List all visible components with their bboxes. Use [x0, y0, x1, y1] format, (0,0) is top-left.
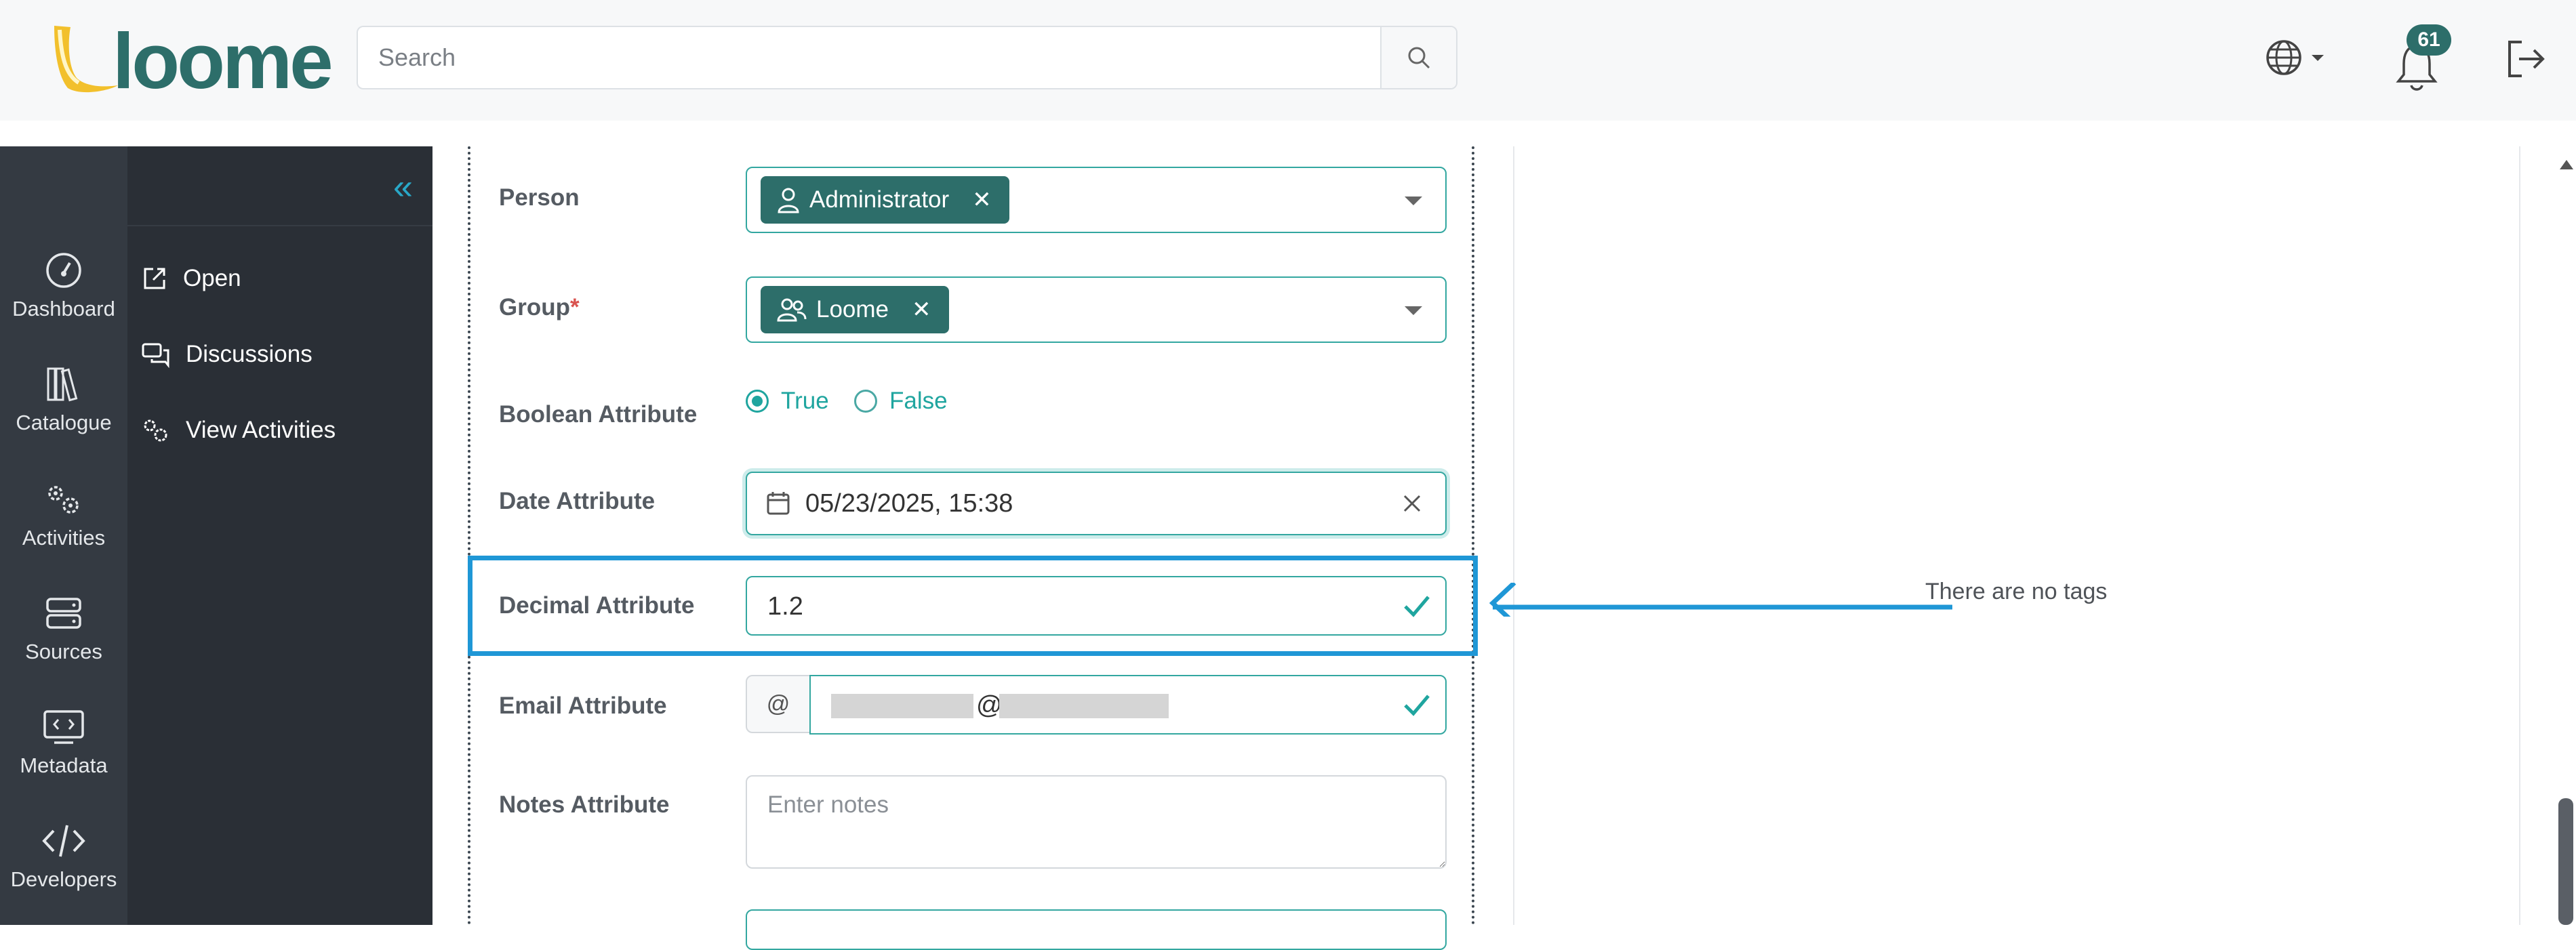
subnav-discussions[interactable]: Discussions	[141, 337, 313, 371]
radio-unselected-icon	[854, 390, 877, 413]
valid-check-icon	[1404, 695, 1430, 716]
group-select[interactable]: Loome ✕	[746, 276, 1447, 343]
nav-dashboard-label: Dashboard	[12, 297, 115, 321]
person-tag: Administrator ✕	[761, 176, 1009, 224]
date-value: 05/23/2025, 15:38	[805, 489, 1013, 518]
no-tags-message: There are no tags	[1925, 579, 2108, 604]
group-label: Group*	[499, 294, 580, 321]
search-icon	[1408, 47, 1430, 69]
user-icon	[778, 188, 799, 213]
dropdown-caret-icon	[1405, 306, 1422, 315]
radio-selected-icon	[746, 390, 769, 413]
subnav-open-label: Open	[183, 265, 241, 291]
scroll-up-arrow-icon[interactable]	[2560, 160, 2573, 169]
language-dropdown[interactable]	[2264, 34, 2332, 81]
radio-true-label: True	[781, 388, 829, 414]
decimal-value: 1.2	[767, 592, 803, 621]
dashboard-icon	[46, 253, 81, 288]
users-icon	[777, 298, 807, 322]
search-button[interactable]	[1380, 27, 1456, 88]
date-picker-field[interactable]: 05/23/2025, 15:38	[746, 472, 1447, 535]
email-prefix: @	[746, 675, 811, 733]
svg-text:loome: loome	[113, 20, 331, 96]
clear-date-icon[interactable]	[1402, 493, 1422, 514]
nav-metadata[interactable]: Metadata	[0, 707, 127, 778]
nav-developers-label: Developers	[10, 867, 117, 891]
tags-panel	[1513, 146, 2520, 925]
subnav-discussions-label: Discussions	[186, 341, 313, 367]
subnav-open[interactable]: Open	[141, 262, 241, 295]
search-input[interactable]	[358, 27, 1380, 88]
boolean-label: Boolean Attribute	[499, 401, 698, 428]
person-select[interactable]: Administrator ✕	[746, 167, 1447, 233]
nav-catalogue-label: Catalogue	[16, 411, 112, 434]
person-label: Person	[499, 184, 580, 211]
decimal-label: Decimal Attribute	[499, 592, 695, 619]
calendar-icon	[767, 492, 790, 515]
radio-false-label: False	[889, 388, 948, 414]
chevron-down-icon	[2312, 55, 2324, 61]
nav-catalogue[interactable]: Catalogue	[0, 365, 127, 435]
context-sidebar: « Open Discussions View Activities	[127, 146, 432, 925]
next-field[interactable]	[746, 909, 1447, 950]
metadata-icon	[43, 710, 84, 744]
scrollbar-thumb[interactable]	[2558, 798, 2573, 925]
logout-icon[interactable]	[2501, 35, 2549, 83]
cogs-icon	[144, 419, 167, 442]
subnav-view-activities-label: View Activities	[186, 417, 336, 443]
sources-icon	[46, 598, 81, 629]
nav-sources[interactable]: Sources	[0, 594, 127, 664]
notes-textarea[interactable]	[746, 775, 1447, 869]
remove-person-tag-button[interactable]: ✕	[972, 186, 992, 213]
required-marker: *	[569, 294, 580, 321]
notification-count-badge: 61	[2407, 24, 2451, 56]
chat-icon	[142, 343, 169, 368]
main-nav-rail: Dashboard Catalogue Activities Sources M…	[0, 146, 127, 925]
developers-icon	[42, 825, 85, 857]
nav-developers[interactable]: Developers	[0, 821, 127, 892]
nav-metadata-label: Metadata	[20, 753, 108, 777]
decimal-input[interactable]: 1.2	[746, 576, 1447, 636]
dropdown-caret-icon	[1405, 197, 1422, 205]
top-header: loome 61	[0, 0, 2576, 121]
globe-icon	[2266, 40, 2301, 75]
nav-sources-label: Sources	[25, 640, 102, 663]
attributes-form: Person Administrator ✕ Group* Loome ✕ Bo…	[468, 146, 1478, 950]
remove-group-tag-button[interactable]: ✕	[912, 296, 931, 323]
redacted-text	[999, 694, 1169, 718]
person-tag-label: Administrator	[809, 186, 950, 213]
loome-logo[interactable]: loome	[47, 20, 332, 96]
radio-true[interactable]: True	[746, 388, 829, 415]
nav-activities-label: Activities	[22, 526, 106, 550]
divider	[127, 225, 432, 226]
collapse-sidebar-button[interactable]: «	[393, 169, 413, 205]
search-box	[357, 26, 1457, 89]
catalogue-icon	[47, 367, 78, 402]
group-tag-label: Loome	[816, 296, 889, 323]
activities-icon	[48, 486, 79, 514]
date-label: Date Attribute	[499, 488, 656, 514]
nav-dashboard[interactable]: Dashboard	[0, 251, 127, 321]
subnav-view-activities[interactable]: View Activities	[141, 413, 336, 447]
radio-false[interactable]: False	[854, 388, 948, 415]
email-label: Email Attribute	[499, 693, 667, 719]
external-link-icon	[144, 268, 165, 289]
notes-label: Notes Attribute	[499, 791, 670, 818]
valid-check-icon	[1404, 596, 1430, 617]
annotation-arrow-icon	[1489, 583, 1952, 617]
email-input[interactable]: @	[809, 675, 1447, 735]
group-tag: Loome ✕	[761, 286, 949, 333]
email-at-sign: @	[976, 691, 1003, 720]
redacted-text	[831, 694, 973, 718]
nav-activities[interactable]: Activities	[0, 480, 127, 550]
